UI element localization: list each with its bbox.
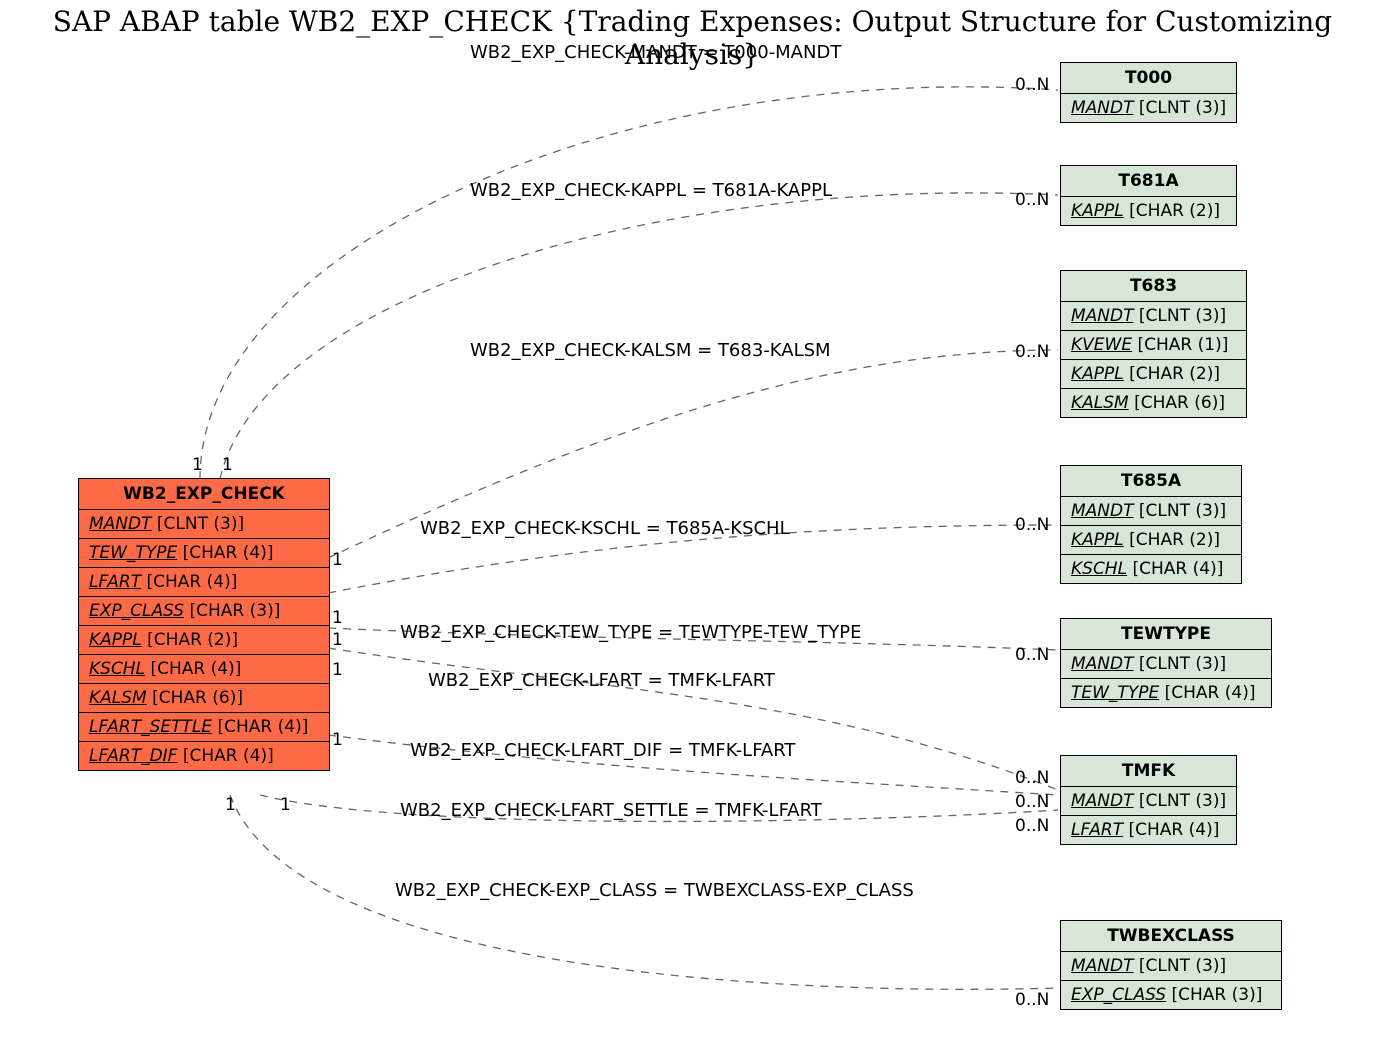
card-one-5: 1: [332, 630, 343, 650]
entity-header: TWBEXCLASS: [1061, 921, 1281, 952]
field-row: KAPPL [CHAR (2)]: [1061, 197, 1236, 225]
field-row: EXP_CLASS [CHAR (3)]: [79, 597, 329, 626]
field-row: LFART [CHAR (4)]: [1061, 816, 1236, 844]
entity-t683: T683 MANDT [CLNT (3)] KVEWE [CHAR (1)] K…: [1060, 270, 1247, 418]
field-row: EXP_CLASS [CHAR (3)]: [1061, 981, 1281, 1009]
field-row: MANDT [CLNT (3)]: [1061, 650, 1271, 679]
card-one-1: 1: [192, 455, 203, 475]
card-many-5: 0..N: [1015, 645, 1049, 665]
card-many-4: 0..N: [1015, 515, 1049, 535]
card-many-8: 0..N: [1015, 816, 1049, 836]
card-many-1: 0..N: [1015, 75, 1049, 95]
entity-wb2-exp-check: WB2_EXP_CHECK MANDT [CLNT (3)] TEW_TYPE …: [78, 478, 330, 771]
card-one-4: 1: [332, 608, 343, 628]
field-row: KAPPL [CHAR (2)]: [1061, 360, 1246, 389]
relation-mandt: WB2_EXP_CHECK-MANDT = T000-MANDT: [470, 42, 841, 63]
field-row: LFART_SETTLE [CHAR (4)]: [79, 713, 329, 742]
card-one-9: 1: [225, 795, 236, 815]
card-many-9: 0..N: [1015, 990, 1049, 1010]
entity-tewtype: TEWTYPE MANDT [CLNT (3)] TEW_TYPE [CHAR …: [1060, 618, 1272, 708]
card-one-2: 1: [222, 455, 233, 475]
card-one-8: 1: [280, 795, 291, 815]
field-row: TEW_TYPE [CHAR (4)]: [79, 539, 329, 568]
relation-lfset: WB2_EXP_CHECK-LFART_SETTLE = TMFK-LFART: [400, 800, 822, 821]
field-row: KAPPL [CHAR (2)]: [79, 626, 329, 655]
field-row: MANDT [CLNT (3)]: [1061, 497, 1241, 526]
field-row: KAPPL [CHAR (2)]: [1061, 526, 1241, 555]
field-row: KALSM [CHAR (6)]: [79, 684, 329, 713]
entity-t681a: T681A KAPPL [CHAR (2)]: [1060, 165, 1237, 226]
card-many-2: 0..N: [1015, 190, 1049, 210]
entity-t685a: T685A MANDT [CLNT (3)] KAPPL [CHAR (2)] …: [1060, 465, 1242, 584]
relation-expc: WB2_EXP_CHECK-EXP_CLASS = TWBEXCLASS-EXP…: [395, 880, 914, 901]
entity-header: WB2_EXP_CHECK: [79, 479, 329, 510]
entity-t000: T000 MANDT [CLNT (3)]: [1060, 62, 1237, 123]
card-many-7: 0..N: [1015, 792, 1049, 812]
field-row: TEW_TYPE [CHAR (4)]: [1061, 679, 1271, 707]
field-row: LFART_DIF [CHAR (4)]: [79, 742, 329, 770]
relation-lfdif: WB2_EXP_CHECK-LFART_DIF = TMFK-LFART: [410, 740, 795, 761]
field-row: KVEWE [CHAR (1)]: [1061, 331, 1246, 360]
field-row: KSCHL [CHAR (4)]: [79, 655, 329, 684]
entity-header: T685A: [1061, 466, 1241, 497]
field-row: MANDT [CLNT (3)]: [1061, 94, 1236, 122]
field-row: MANDT [CLNT (3)]: [1061, 787, 1236, 816]
card-many-3: 0..N: [1015, 342, 1049, 362]
card-one-6: 1: [332, 660, 343, 680]
relation-kappl: WB2_EXP_CHECK-KAPPL = T681A-KAPPL: [470, 180, 832, 201]
relation-lfart: WB2_EXP_CHECK-LFART = TMFK-LFART: [428, 670, 775, 691]
entity-twbexclass: TWBEXCLASS MANDT [CLNT (3)] EXP_CLASS [C…: [1060, 920, 1282, 1010]
entity-header: T681A: [1061, 166, 1236, 197]
field-row: MANDT [CLNT (3)]: [1061, 302, 1246, 331]
relation-kschl: WB2_EXP_CHECK-KSCHL = T685A-KSCHL: [420, 518, 790, 539]
card-many-6: 0..N: [1015, 768, 1049, 788]
card-one-3: 1: [332, 550, 343, 570]
field-row: LFART [CHAR (4)]: [79, 568, 329, 597]
entity-header: T683: [1061, 271, 1246, 302]
field-row: MANDT [CLNT (3)]: [1061, 952, 1281, 981]
relation-tew: WB2_EXP_CHECK-TEW_TYPE = TEWTYPE-TEW_TYP…: [400, 622, 861, 643]
field-row: KSCHL [CHAR (4)]: [1061, 555, 1241, 583]
entity-header: T000: [1061, 63, 1236, 94]
field-row: KALSM [CHAR (6)]: [1061, 389, 1246, 417]
card-one-7: 1: [332, 730, 343, 750]
relation-kalsm: WB2_EXP_CHECK-KALSM = T683-KALSM: [470, 340, 831, 361]
entity-tmfk: TMFK MANDT [CLNT (3)] LFART [CHAR (4)]: [1060, 755, 1237, 845]
entity-header: TMFK: [1061, 756, 1236, 787]
field-row: MANDT [CLNT (3)]: [79, 510, 329, 539]
entity-header: TEWTYPE: [1061, 619, 1271, 650]
